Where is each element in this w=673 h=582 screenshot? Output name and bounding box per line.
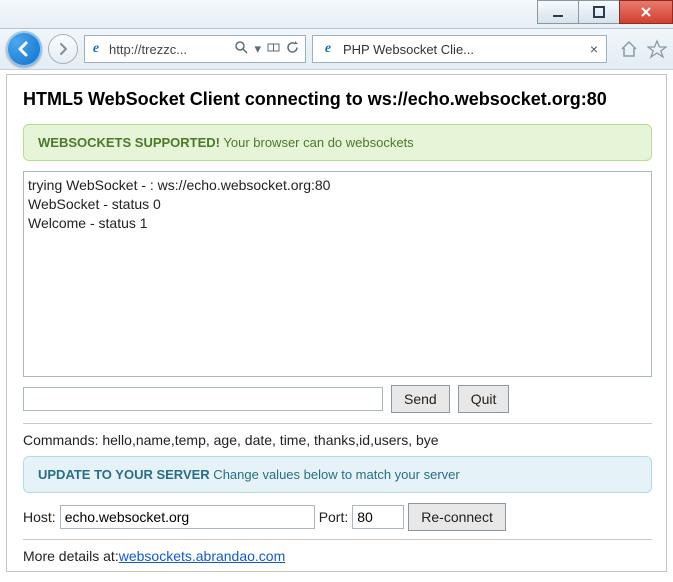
divider [23, 539, 652, 540]
support-banner-text: Your browser can do websockets [220, 135, 414, 150]
log-line: Welcome - status 1 [28, 214, 647, 233]
address-tools: ▾ [229, 41, 305, 57]
more-details: More details at:websockets.abrandao.com [23, 548, 652, 564]
refresh-icon[interactable] [286, 41, 299, 57]
arrow-left-icon [15, 40, 33, 58]
minimize-icon [551, 5, 565, 19]
maximize-button[interactable] [578, 0, 620, 24]
send-row: Send Quit [23, 385, 652, 413]
support-banner: WEBSOCKETS SUPPORTED! Your browser can d… [23, 124, 652, 161]
tab-title: PHP Websocket Clie... [343, 42, 582, 57]
quit-button[interactable]: Quit [458, 385, 510, 413]
update-banner-strong: UPDATE TO YOUR SERVER [38, 467, 210, 482]
chevron-down-icon[interactable]: ▾ [254, 41, 261, 57]
back-button[interactable] [6, 31, 42, 67]
window-controls [538, 0, 673, 24]
browser-toolbar: e http://trezzc... ▾ e PHP Websocket Cli… [0, 29, 673, 70]
log-output[interactable]: trying WebSocket - : ws://echo.websocket… [23, 171, 652, 377]
port-input[interactable] [352, 505, 404, 529]
close-button[interactable] [619, 0, 673, 24]
close-icon [639, 5, 653, 19]
host-label: Host: [23, 509, 56, 525]
favorites-icon[interactable] [647, 39, 667, 59]
page-title: HTML5 WebSocket Client connecting to ws:… [23, 89, 652, 110]
address-bar[interactable]: e http://trezzc... ▾ [84, 35, 306, 63]
compat-view-icon[interactable] [267, 41, 280, 57]
address-text: http://trezzc... [107, 42, 229, 57]
arrow-right-icon [56, 42, 70, 56]
divider [23, 423, 652, 424]
tab-close-icon[interactable]: × [586, 41, 602, 57]
page-content: HTML5 WebSocket Client connecting to ws:… [6, 74, 667, 572]
update-banner: UPDATE TO YOUR SERVER Change values belo… [23, 456, 652, 493]
search-icon[interactable] [235, 41, 248, 57]
more-details-prefix: More details at: [23, 548, 119, 564]
port-label: Port: [319, 509, 349, 525]
window-titlebar [0, 0, 673, 29]
ie-logo-icon: e [85, 38, 107, 60]
browser-window: e http://trezzc... ▾ e PHP Websocket Cli… [0, 0, 673, 582]
host-input[interactable] [60, 505, 315, 529]
send-button[interactable]: Send [391, 385, 450, 413]
more-details-link[interactable]: websockets.abrandao.com [119, 548, 286, 564]
browser-tab[interactable]: e PHP Websocket Clie... × [312, 35, 607, 63]
maximize-icon [592, 5, 606, 19]
minimize-button[interactable] [537, 0, 579, 24]
browser-tool-icons [613, 39, 667, 59]
message-input[interactable] [23, 387, 383, 411]
log-line: trying WebSocket - : ws://echo.websocket… [28, 176, 647, 195]
server-form-row: Host: Port: Re-connect [23, 503, 652, 531]
update-banner-text: Change values below to match your server [210, 467, 460, 482]
reconnect-button[interactable]: Re-connect [408, 503, 506, 531]
commands-text: Commands: hello,name,temp, age, date, ti… [23, 432, 652, 448]
home-icon[interactable] [619, 39, 639, 59]
forward-button[interactable] [48, 34, 78, 64]
log-line: WebSocket - status 0 [28, 195, 647, 214]
support-banner-strong: WEBSOCKETS SUPPORTED! [38, 135, 220, 150]
ie-logo-icon: e [317, 38, 339, 60]
